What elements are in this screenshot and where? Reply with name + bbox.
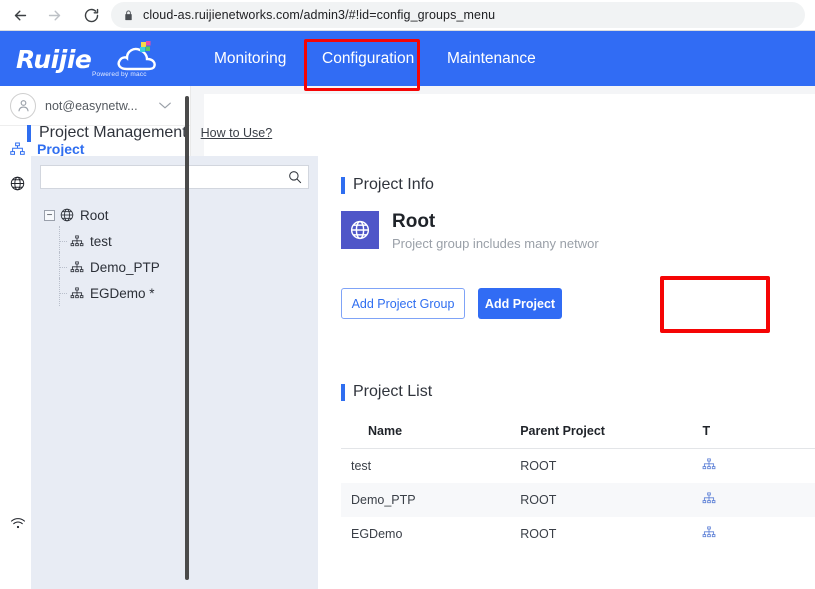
- forward-button[interactable]: [40, 1, 68, 29]
- globe-icon: [10, 176, 30, 191]
- topnav-item-maintenance[interactable]: Maintenance: [433, 31, 550, 86]
- cell-type: [702, 449, 815, 484]
- project-info-block: Root Project group includes many networ: [341, 211, 599, 251]
- address-bar[interactable]: cloud-as.ruijienetworks.com/admin3/#!id=…: [111, 2, 805, 28]
- org-chart-icon: [70, 260, 84, 274]
- ruijie-logo[interactable]: Ruijie Powered by macc: [14, 35, 174, 83]
- project-name: Root: [392, 211, 436, 232]
- project-actions: Add Project Group Add Project: [341, 288, 562, 319]
- sidebar-item-label: Project: [37, 141, 85, 157]
- user-avatar-icon: [10, 92, 36, 119]
- page-title: Project Management How to Use?: [27, 124, 272, 142]
- table-header-row: Name Parent Project T: [341, 418, 815, 449]
- table: Name Parent Project T test ROOT Demo_PTP…: [341, 418, 815, 551]
- search-input[interactable]: [41, 166, 288, 188]
- tree-node-root[interactable]: − Root: [40, 202, 309, 228]
- url-text: cloud-as.ruijienetworks.com/admin3/#!id=…: [143, 8, 496, 22]
- tree-node-egdemo[interactable]: EGDemo *: [40, 278, 309, 306]
- browser-toolbar: cloud-as.ruijienetworks.com/admin3/#!id=…: [0, 0, 815, 31]
- title-accent-bar: [27, 124, 31, 142]
- globe-icon: [341, 211, 379, 249]
- cell-parent: ROOT: [520, 459, 557, 473]
- project-tree-panel: − Root test Demo_PTP EGDemo *: [31, 156, 318, 589]
- cell-parent: ROOT: [520, 527, 557, 541]
- tree-node-label: Demo_PTP: [90, 259, 160, 275]
- topnav-label: Configuration: [322, 49, 415, 67]
- column-header-parent-project[interactable]: Parent Project: [520, 418, 703, 449]
- topnav-item-configuration[interactable]: Configuration: [308, 31, 428, 86]
- table-row[interactable]: test ROOT: [341, 449, 815, 484]
- account-name: not@easynetw...: [45, 98, 138, 113]
- column-header-name[interactable]: Name: [341, 418, 521, 449]
- tree-expander[interactable]: −: [44, 209, 55, 221]
- tree-node-demo-ptp[interactable]: Demo_PTP: [40, 252, 309, 280]
- project-info-texts: Root Project group includes many networ: [392, 211, 599, 251]
- how-to-use-link[interactable]: How to Use?: [201, 126, 273, 140]
- forward-arrow-icon: [48, 10, 60, 20]
- cell-name: Demo_PTP: [351, 493, 416, 507]
- tree-node-label: Root: [80, 207, 109, 223]
- org-chart-icon: [10, 142, 30, 156]
- add-project-group-button[interactable]: Add Project Group: [341, 288, 465, 319]
- org-chart-icon: [70, 286, 84, 300]
- org-chart-icon: [702, 492, 716, 508]
- column-header-type[interactable]: T: [702, 418, 815, 449]
- logo-wordmark: Ruijie: [16, 45, 92, 74]
- back-arrow-icon: [14, 10, 26, 20]
- table-row[interactable]: EGDemo ROOT: [341, 517, 815, 551]
- org-chart-icon: [702, 526, 716, 542]
- table-row[interactable]: Demo_PTP ROOT: [341, 483, 815, 517]
- reload-icon: [84, 8, 98, 22]
- globe-icon: [60, 208, 74, 222]
- tree-node-label: EGDemo *: [90, 285, 155, 301]
- org-chart-icon: [702, 458, 716, 474]
- reload-button[interactable]: [77, 1, 105, 29]
- project-list-title: Project List: [353, 383, 433, 400]
- cell-name: test: [351, 459, 372, 473]
- top-navigation-bar: Ruijie Powered by macc Monitoring Config…: [0, 31, 815, 86]
- cell-name: EGDemo: [351, 527, 403, 541]
- topnav-label: Maintenance: [447, 49, 536, 67]
- title-accent-bar: [341, 383, 345, 401]
- add-project-button[interactable]: Add Project: [478, 288, 562, 319]
- table-body: test ROOT Demo_PTP ROOT EGDemo ROOT: [341, 449, 815, 552]
- page-title-text: Project Management: [39, 124, 187, 141]
- project-info-title: Project Info: [353, 176, 434, 193]
- sidebar-scrollbar[interactable]: [185, 96, 189, 580]
- project-description: Project group includes many networ: [392, 236, 599, 251]
- project-list-header: Project List: [341, 383, 432, 401]
- project-list-table: Name Parent Project T test ROOT Demo_PTP…: [341, 418, 815, 551]
- title-accent-bar: [341, 176, 345, 194]
- back-button[interactable]: [6, 1, 34, 29]
- table-header: Name Parent Project T: [341, 418, 815, 449]
- chevron-down-icon[interactable]: [158, 97, 172, 115]
- tree-node-label: test: [90, 233, 112, 249]
- cell-parent: ROOT: [520, 493, 557, 507]
- topnav-label: Monitoring: [214, 49, 287, 67]
- tree-node-test[interactable]: test: [40, 226, 309, 254]
- cell-type: [702, 483, 815, 517]
- account-selector[interactable]: not@easynetw...: [0, 86, 190, 126]
- cell-type: [702, 517, 815, 551]
- logo-subtitle: Powered by macc: [92, 71, 147, 78]
- tree-search-box[interactable]: [40, 165, 309, 189]
- topnav-item-monitoring[interactable]: Monitoring: [200, 31, 300, 86]
- project-tree: − Root test Demo_PTP EGDemo *: [40, 202, 309, 306]
- wifi-icon: [10, 517, 30, 530]
- org-chart-icon: [70, 234, 84, 248]
- lock-icon: [123, 9, 134, 22]
- search-icon[interactable]: [288, 170, 302, 184]
- project-info-header: Project Info: [341, 176, 434, 194]
